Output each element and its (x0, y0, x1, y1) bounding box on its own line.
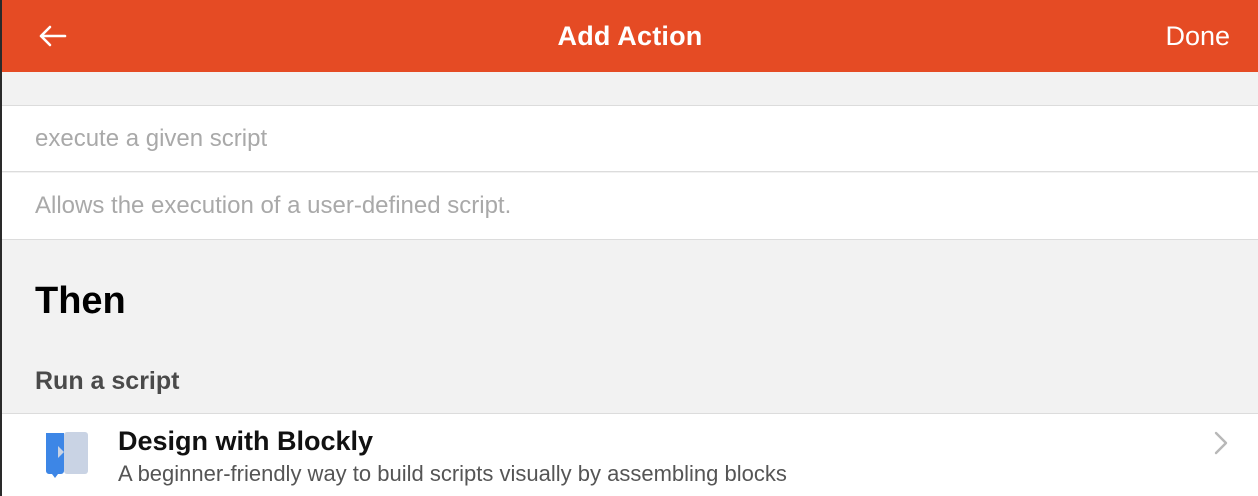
then-heading: Then (35, 280, 126, 322)
action-description-placeholder: Allows the execution of a user-defined s… (35, 192, 512, 219)
action-name-placeholder: execute a given script (35, 124, 268, 152)
run-script-heading: Run a script (35, 367, 180, 395)
action-name-field[interactable]: execute a given script (2, 105, 1258, 172)
action-description-field[interactable]: Allows the execution of a user-defined s… (2, 173, 1258, 240)
add-action-screen: Add Action Done execute a given script A… (0, 0, 1258, 496)
page-title: Add Action (557, 20, 703, 51)
list-item-title: Design with Blockly (118, 426, 374, 456)
blockly-icon (46, 432, 88, 478)
header-bar: Add Action Done (2, 0, 1258, 72)
list-item-design-with-blockly[interactable]: Design with Blockly A beginner-friendly … (2, 413, 1258, 496)
done-button[interactable]: Done (1165, 0, 1230, 72)
chevron-right-icon (1214, 431, 1228, 455)
list-item-subtitle: A beginner-friendly way to build scripts… (118, 461, 787, 486)
